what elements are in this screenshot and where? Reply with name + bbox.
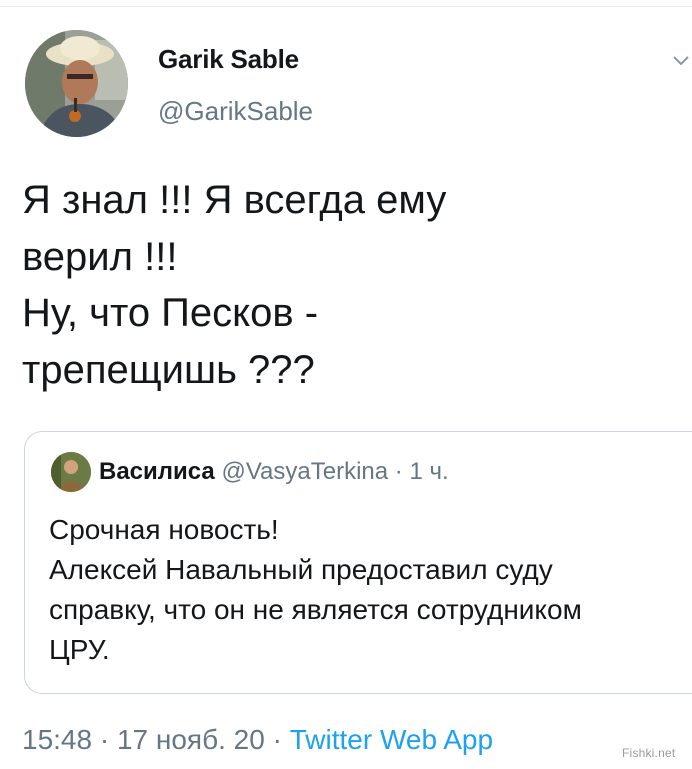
quoted-tweet-card[interactable]: Василиса @VasyaTerkina · 1 ч. Срочная но… [24,431,692,694]
quoted-text-line: ЦРУ. [49,634,110,665]
quoted-author-handle[interactable]: @VasyaTerkina [221,458,388,485]
quoted-text-line: Алексей Навальный предоставил суду [49,554,553,585]
quoted-text-line: справку, что он не является сотрудником [49,594,582,625]
author-handle[interactable]: @GarikSable [158,96,313,127]
tweet-text-line: Ну, что Песков - [22,291,319,335]
tweet-metadata: 15:48 · 17 нояб. 20 · Twitter Web App [22,722,493,758]
author-name[interactable]: Garik Sable [158,44,299,75]
quoted-text-line: Срочная новость! [49,514,279,545]
tweet-text: Я знал !!! Я всегда ему верил !!! Ну, чт… [22,172,662,398]
quoted-timestamp[interactable]: · 1 ч. [395,458,449,485]
tweet-source-link[interactable]: Twitter Web App [290,724,493,755]
top-divider [0,6,692,7]
tweet-time[interactable]: 15:48 [22,724,92,755]
author-avatar-image [25,30,128,137]
quoted-author-name[interactable]: Василиса [99,458,215,485]
tweet-text-line: трепещишь ??? [22,347,315,392]
tweet-text-line: верил !!! [22,234,178,279]
quoted-tweet-text: Срочная новость! Алексей Навальный предо… [49,510,692,670]
author-avatar[interactable] [25,30,128,137]
chevron-down-icon[interactable] [672,54,690,68]
quoted-header: Василиса @VasyaTerkina · 1 ч. [99,456,449,488]
tweet-date[interactable]: · 17 нояб. 20 · [100,724,282,755]
quoted-author-avatar[interactable] [51,452,91,492]
watermark: Fishki.net [622,746,676,760]
tweet-text-line: Я знал !!! Я всегда ему [22,178,447,222]
